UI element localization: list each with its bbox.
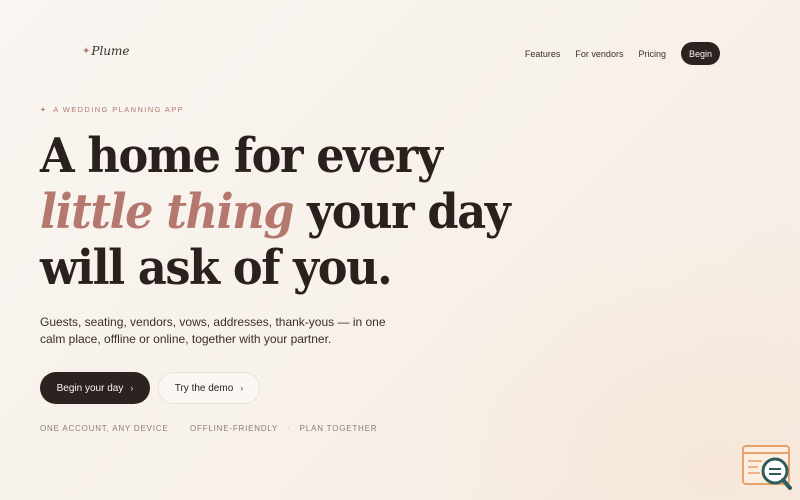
feature-separator: · <box>177 424 181 433</box>
hero-headline: A home for every little thing your day w… <box>40 128 511 296</box>
sparkle-icon: ✦ <box>40 106 48 114</box>
headline-line-1: A home for every <box>40 128 443 184</box>
feature-item: ONE ACCOUNT, ANY DEVICE <box>40 424 169 433</box>
eyebrow-text: A WEDDING PLANNING APP <box>53 105 185 114</box>
search-window-icon[interactable] <box>742 445 792 490</box>
sparkle-icon: ✦ <box>82 45 91 57</box>
feature-list: ONE ACCOUNT, ANY DEVICE · OFFLINE-FRIEND… <box>40 424 377 433</box>
begin-your-day-label: Begin your day <box>56 382 124 394</box>
chevron-right-icon: › <box>130 383 134 393</box>
hero-subtext: Guests, seating, vendors, vows, addresse… <box>40 315 386 346</box>
nav-link-features[interactable]: Features <box>525 49 561 59</box>
chevron-right-icon: › <box>240 383 244 393</box>
headline-accent: little thing <box>40 184 294 240</box>
begin-your-day-button[interactable]: Begin your day › <box>40 372 150 404</box>
feature-item: PLAN TOGETHER <box>299 424 378 433</box>
nav-begin-button[interactable]: Begin <box>680 42 720 65</box>
eyebrow-label: ✦ A WEDDING PLANNING APP <box>40 105 184 114</box>
feature-item: OFFLINE-FRIENDLY <box>189 424 279 433</box>
try-demo-label: Try the demo <box>174 382 234 394</box>
headline-line-2: little thing your day <box>40 184 511 240</box>
nav-link-for-vendors[interactable]: For vendors <box>575 49 623 59</box>
brand-name: Plume <box>91 44 130 58</box>
nav-link-pricing[interactable]: Pricing <box>638 49 666 59</box>
feature-separator: · <box>287 424 291 433</box>
brand-logo[interactable]: ✦ Plume <box>82 44 130 58</box>
top-nav: Features For vendors Pricing Begin <box>510 42 720 65</box>
try-demo-button[interactable]: Try the demo › <box>158 372 260 404</box>
headline-line-3: will ask of you. <box>40 240 393 296</box>
headline-line-2-rest: your day <box>293 184 511 240</box>
